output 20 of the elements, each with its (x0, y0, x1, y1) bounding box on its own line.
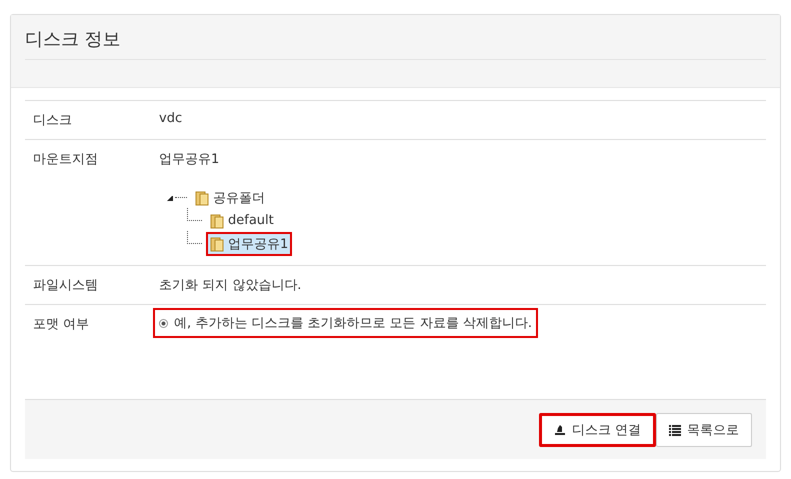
folder-icon (210, 236, 224, 252)
folder-icon (210, 212, 224, 228)
list-button[interactable]: 목록으로 (656, 412, 752, 446)
collapse-icon[interactable] (167, 194, 173, 200)
field-label: 마운트지점 (33, 151, 99, 169)
field-value: vdc (159, 111, 182, 126)
radio-option[interactable]: 예, 추가하는 디스크를 초기화하므로 모든 자료를 삭제합니다. (153, 308, 538, 338)
field-label: 디스크 (33, 112, 73, 129)
field-label: 파일시스템 (33, 277, 99, 294)
field-value: 초기화 되지 않았습니다. (159, 277, 302, 294)
list-icon (669, 424, 681, 436)
panel-title: 디스크 정보 (25, 27, 766, 60)
connect-button[interactable]: 디스크 연결 (538, 412, 656, 446)
tree-item[interactable]: 공유폴더 (191, 186, 269, 210)
tree-item[interactable]: 업무공유1 (206, 232, 292, 256)
radio-button[interactable] (159, 318, 168, 328)
field-value: 업무공유1 (159, 151, 220, 168)
field-label: 포맷 여부 (33, 316, 90, 334)
tree-item[interactable]: default (206, 210, 278, 232)
folder-icon (195, 190, 209, 206)
